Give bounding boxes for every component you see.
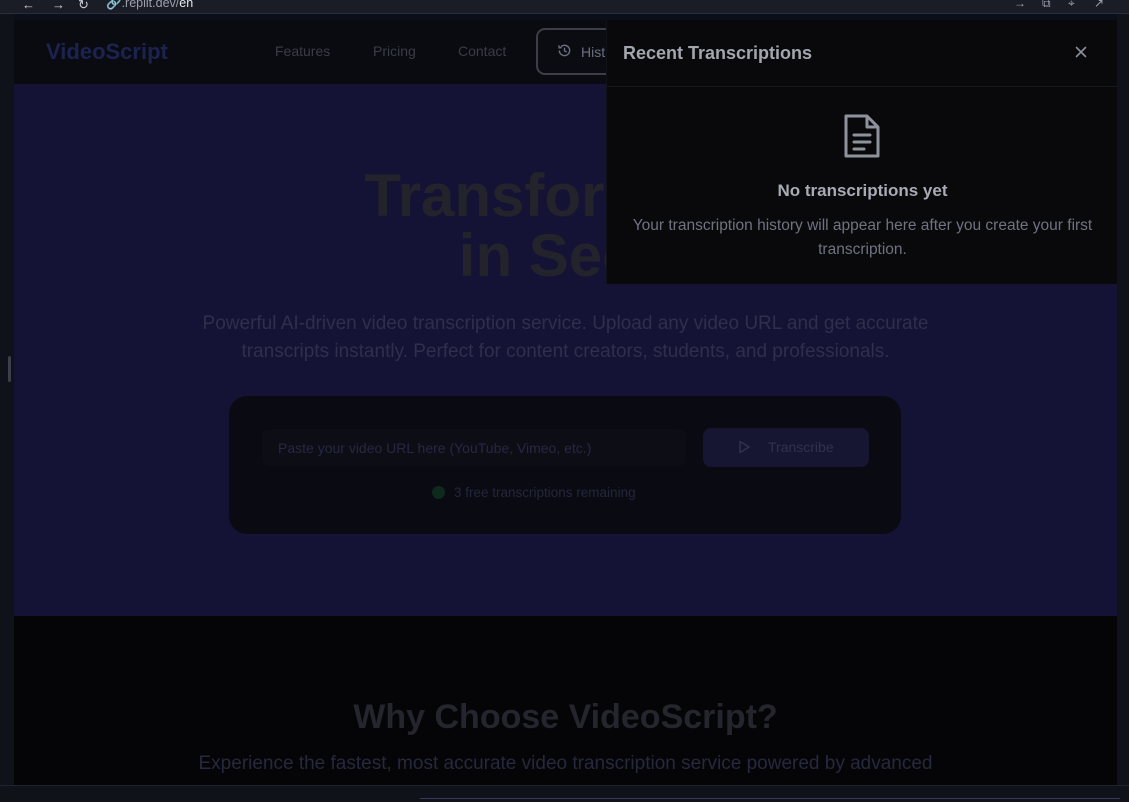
right-frame	[1117, 14, 1129, 802]
document-icon	[844, 114, 880, 158]
hero-subtitle: Powerful AI-driven video transcription s…	[202, 313, 929, 362]
nav-pricing[interactable]: Pricing	[373, 43, 416, 59]
drawer-header: Recent Transcriptions	[607, 20, 1117, 87]
browser-toolbar: ← → ↻ 🔗.replit.dev/en → ⧉ ⌖ ↗	[0, 0, 1129, 14]
url-prefix: .replit.dev/	[121, 0, 180, 10]
divider	[420, 798, 1120, 799]
pin-icon[interactable]: ⌖	[1068, 0, 1075, 11]
status-dot-icon	[432, 486, 445, 499]
transcribe-button[interactable]: Transcribe	[703, 428, 869, 467]
play-icon	[739, 440, 750, 454]
nav-contact[interactable]: Contact	[458, 43, 506, 59]
bottom-frame	[0, 785, 1129, 802]
nav-features[interactable]: Features	[275, 43, 330, 59]
site-logo[interactable]: VideoScript	[46, 39, 168, 65]
transcribe-card: Transcribe 3 free transcriptions remaini…	[229, 396, 901, 534]
left-frame	[0, 14, 14, 802]
external-link-icon[interactable]: ↗	[1094, 0, 1104, 10]
address-bar[interactable]: 🔗.replit.dev/en	[106, 0, 193, 11]
webview: VideoScript Features Pricing Contact His…	[14, 20, 1117, 785]
close-icon[interactable]	[1073, 44, 1089, 60]
reload-icon[interactable]: ↻	[78, 0, 89, 13]
history-icon	[558, 44, 571, 57]
features-title: Why Choose VideoScript?	[353, 698, 778, 736]
video-url-input[interactable]	[262, 429, 686, 466]
features-section: Why Choose VideoScript? Experience the f…	[14, 616, 1117, 785]
drawer-title: Recent Transcriptions	[623, 43, 813, 63]
empty-state-title: No transcriptions yet	[777, 181, 948, 200]
features-subtitle: Experience the fastest, most accurate vi…	[198, 753, 933, 774]
remaining-text: 3 free transcriptions remaining	[454, 485, 636, 500]
devices-icon[interactable]: ⧉	[1042, 0, 1051, 11]
forward-arrow-icon[interactable]: →	[52, 0, 65, 12]
empty-state-description: Your transcription history will appear h…	[632, 217, 1093, 258]
history-label: Hist	[581, 44, 606, 60]
history-drawer: Recent Transcriptions No transcriptions …	[606, 20, 1117, 284]
transcribe-label: Transcribe	[768, 439, 834, 455]
back-arrow-icon[interactable]: ←	[22, 0, 35, 12]
url-path: en	[179, 0, 194, 10]
arrow-icon[interactable]: →	[1014, 0, 1026, 10]
resize-handle[interactable]	[8, 356, 11, 382]
remaining-count: 3 free transcriptions remaining	[432, 485, 636, 500]
